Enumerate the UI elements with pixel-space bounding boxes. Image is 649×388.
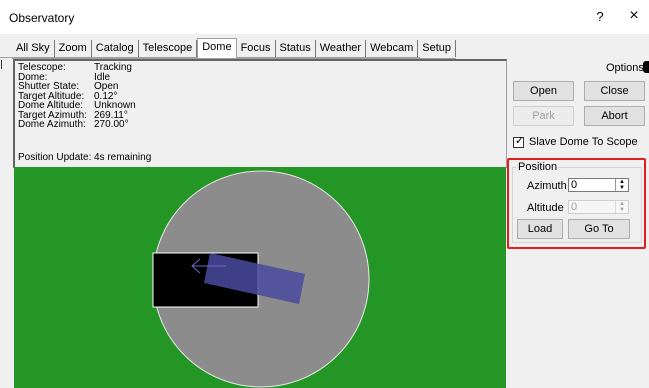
info-label: Shutter State:: [18, 81, 80, 92]
tab-catalog[interactable]: Catalog: [92, 40, 139, 57]
spin-down-icon[interactable]: ▼: [616, 207, 628, 213]
slave-dome-option[interactable]: ✓ Slave Dome To Scope: [513, 134, 638, 148]
info-value: Unknown: [94, 100, 136, 111]
tab-dome[interactable]: Dome: [197, 38, 237, 58]
slave-checkbox[interactable]: ✓: [513, 134, 525, 148]
position-update-value: 4s remaining: [94, 152, 152, 163]
tab-webcam[interactable]: Webcam: [366, 40, 419, 57]
azimuth-label: Azimuth: [527, 180, 567, 192]
tab-all-sky[interactable]: All Sky: [12, 40, 55, 57]
tab-zoom[interactable]: Zoom: [55, 40, 92, 57]
azimuth-spinner[interactable]: ▲ ▼: [615, 179, 628, 191]
altitude-spinner[interactable]: ▲ ▼: [615, 201, 628, 213]
goto-button[interactable]: Go To: [568, 219, 630, 239]
altitude-label: Altitude: [527, 202, 564, 214]
position-group-label: Position: [517, 161, 559, 173]
info-value: Open: [94, 81, 119, 92]
info-label: Dome Azimuth:: [18, 119, 86, 130]
tab-setup[interactable]: Setup: [418, 40, 457, 57]
azimuth-value: 0: [571, 179, 578, 191]
dome-view[interactable]: [14, 167, 506, 388]
info-value: 270.00°: [94, 119, 129, 130]
azimuth-input[interactable]: 0 ▲ ▼: [568, 178, 629, 192]
help-button[interactable]: ?: [592, 9, 608, 27]
checkmark-icon: ✓: [515, 134, 525, 147]
open-button[interactable]: Open: [513, 81, 574, 101]
options-expand-icon[interactable]: [643, 61, 649, 73]
park-button[interactable]: Park: [513, 106, 574, 126]
slave-label: Slave Dome To Scope: [529, 136, 638, 148]
tab-status[interactable]: Status: [276, 40, 316, 57]
status-info-panel: Position Update: 4s remaining Telescope:…: [13, 59, 507, 168]
close-button[interactable]: Close: [584, 81, 645, 101]
title-bar: Observatory ? ×: [0, 0, 649, 34]
altitude-input[interactable]: 0 ▲ ▼: [568, 200, 629, 214]
spin-down-icon[interactable]: ▼: [616, 185, 628, 191]
tab-strip: All Sky Zoom Catalog Telescope Dome Focus Stat…: [12, 38, 457, 59]
altitude-value: 0: [571, 201, 578, 213]
load-button[interactable]: Load: [517, 219, 563, 239]
window-edge-marker: [1, 60, 2, 69]
info-value: Tracking: [94, 62, 132, 73]
tab-focus[interactable]: Focus: [237, 40, 276, 57]
close-window-button[interactable]: ×: [624, 7, 644, 27]
info-label: Telescope:: [18, 62, 66, 73]
abort-button[interactable]: Abort: [584, 106, 645, 126]
options-label[interactable]: Options: [606, 62, 644, 74]
position-update-label: Position Update:: [18, 152, 92, 163]
info-label: Dome Altitude:: [18, 100, 84, 111]
dome-diagram: [152, 170, 370, 388]
tab-weather[interactable]: Weather: [316, 40, 367, 57]
window-title: Observatory: [9, 11, 75, 25]
tab-telescope[interactable]: Telescope: [139, 40, 198, 57]
